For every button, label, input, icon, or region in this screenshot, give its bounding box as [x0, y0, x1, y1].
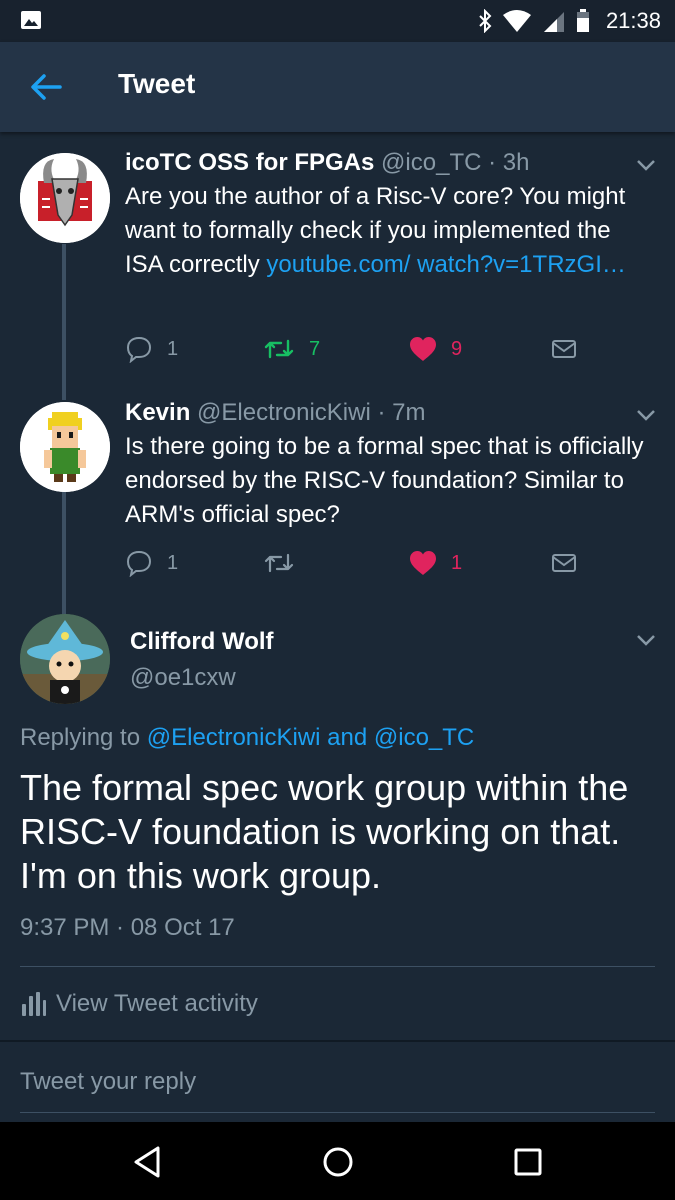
- system-nav-bar: [0, 1122, 675, 1200]
- app-bar: Tweet: [0, 42, 675, 132]
- tweet-time: · 7m: [377, 399, 426, 426]
- divider: [20, 966, 655, 967]
- status-bar: 21:38: [0, 0, 675, 42]
- like-button[interactable]: 1: [409, 546, 462, 580]
- page-title: Tweet: [118, 68, 196, 99]
- replying-prefix: Replying to: [20, 724, 147, 751]
- heart-icon: [410, 337, 436, 361]
- bar-chart-icon: [22, 992, 46, 1016]
- reply-icon: [126, 550, 152, 577]
- status-time: 21:38: [605, 8, 661, 33]
- tweet-actions: 1 1: [125, 546, 585, 580]
- like-count: 9: [451, 337, 463, 360]
- retweet-button[interactable]: [263, 546, 309, 580]
- retweet-count: 7: [309, 337, 321, 360]
- goat-logo-avatar: [20, 153, 110, 243]
- reply-icon: [126, 336, 152, 363]
- pixel-character-avatar: [20, 402, 110, 492]
- author-handle[interactable]: @oe1cxw: [130, 664, 236, 692]
- tweet-actions: 1 7 9: [125, 332, 585, 366]
- view-activity-button[interactable]: View Tweet activity: [20, 986, 258, 1022]
- tweet-text: Are you the author of a Risc-V core? You…: [125, 180, 645, 282]
- replying-to: Replying to @ElectronicKiwi and @ico_TC: [20, 724, 474, 752]
- replying-users-link[interactable]: @ElectronicKiwi and @ico_TC: [147, 724, 475, 751]
- battery-icon: [576, 9, 589, 32]
- back-arrow-icon[interactable]: [28, 70, 66, 104]
- reply-underline: [20, 1112, 655, 1113]
- tweet-link[interactable]: youtube.com/ watch?v=1TRzGI…: [266, 251, 625, 278]
- tweet-header: icoTC OSS for FPGAs @ico_TC · 3h: [125, 148, 645, 178]
- main-tweet-text: The formal spec work group within the RI…: [20, 767, 629, 896]
- nav-back-icon[interactable]: [128, 1142, 168, 1182]
- nav-recents-icon[interactable]: [508, 1142, 548, 1182]
- chevron-down-icon[interactable]: [635, 408, 657, 422]
- author-handle[interactable]: @ico_TC: [381, 149, 481, 176]
- reply-count: 1: [167, 337, 179, 360]
- reply-count: 1: [167, 551, 179, 574]
- author-name[interactable]: icoTC OSS for FPGAs: [125, 149, 374, 176]
- tweet-body: Kevin @ElectronicKiwi · 7m Is there goin…: [125, 398, 645, 532]
- tweet-time: · 3h: [488, 149, 530, 176]
- heart-icon: [410, 551, 436, 575]
- envelope-icon: [552, 554, 576, 572]
- avatar[interactable]: [20, 402, 110, 492]
- nav-home-icon[interactable]: [318, 1142, 358, 1182]
- reply-button[interactable]: 1: [125, 546, 178, 580]
- dm-button[interactable]: [551, 332, 577, 366]
- author-handle[interactable]: @ElectronicKiwi: [197, 399, 371, 426]
- like-count: 1: [451, 551, 463, 574]
- avatar[interactable]: [20, 153, 110, 243]
- thread-tweet-kevin[interactable]: Kevin @ElectronicKiwi · 7m Is there goin…: [0, 390, 675, 600]
- thread-tweet-ico[interactable]: icoTC OSS for FPGAs @ico_TC · 3h Are you…: [0, 140, 675, 390]
- author-name[interactable]: Clifford Wolf: [130, 628, 274, 656]
- reply-button[interactable]: 1: [125, 332, 178, 366]
- reply-input[interactable]: Tweet your reply: [20, 1068, 655, 1096]
- activity-label: View Tweet activity: [56, 990, 258, 1017]
- tweet-text: Is there going to be a formal spec that …: [125, 433, 644, 528]
- chevron-down-icon[interactable]: [635, 158, 657, 172]
- envelope-icon: [552, 340, 576, 358]
- avatar[interactable]: [20, 614, 110, 704]
- like-button[interactable]: 9: [409, 332, 462, 366]
- status-icons: 21:38: [478, 6, 661, 36]
- wizard-character-avatar: [20, 614, 110, 704]
- tweet-body: icoTC OSS for FPGAs @ico_TC · 3h Are you…: [125, 148, 645, 282]
- cell-signal-icon: [543, 12, 564, 32]
- reply-composer: Tweet your reply: [0, 1040, 675, 1122]
- tweet-timestamp: 9:37 PM · 08 Oct 17: [20, 914, 235, 941]
- retweet-icon: [264, 553, 294, 573]
- dm-button[interactable]: [551, 546, 577, 580]
- chevron-down-icon[interactable]: [635, 633, 657, 647]
- author-name[interactable]: Kevin: [125, 399, 190, 426]
- wifi-icon: [502, 10, 531, 32]
- retweet-button[interactable]: 7: [263, 332, 320, 366]
- image-notification-icon: [21, 11, 41, 29]
- retweet-icon: [264, 339, 294, 359]
- tweet-header: Kevin @ElectronicKiwi · 7m: [125, 398, 645, 428]
- bluetooth-icon: [479, 9, 492, 33]
